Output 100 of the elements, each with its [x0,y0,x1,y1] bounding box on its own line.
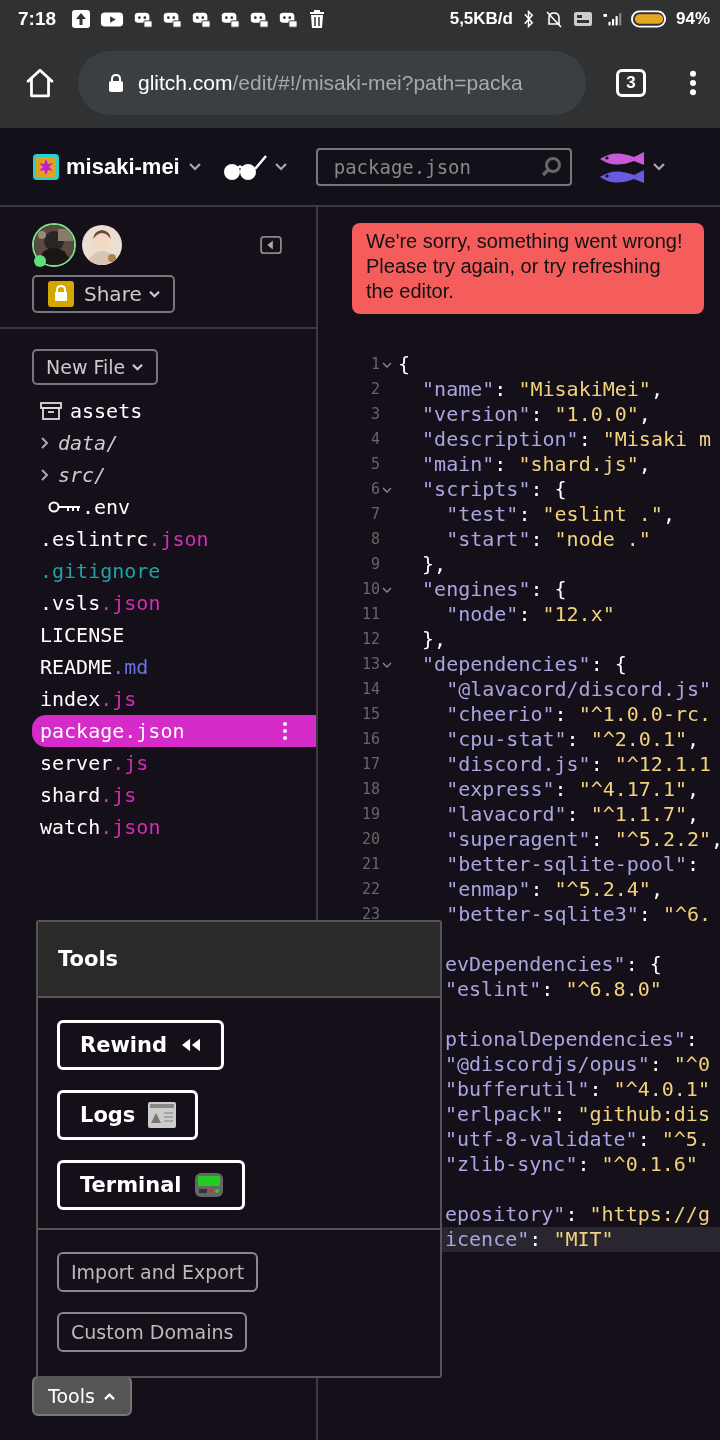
line-number: 2 [370,379,380,400]
tool-link-button[interactable]: Import and Export [57,1252,259,1292]
code-line: "node": "12.x" [446,602,615,626]
tool-button[interactable]: Rewind [57,1020,224,1070]
line-number: 23 [361,904,380,925]
code-line: "engines": { [422,577,567,601]
file-name: src/ [58,463,107,487]
line-number: 5 [370,454,380,475]
line-number: 10 [361,579,380,600]
file-item[interactable]: assets [32,395,316,427]
code-line: "utf-8-validate": "^5. [445,1127,710,1152]
code-line: "bufferutil": "^4.0.1" [445,1077,710,1102]
line-number: 8 [370,529,380,550]
code-line: "cpu-stat": "^2.0.1", [446,727,700,751]
file-name: .vsls.json [40,591,161,615]
file-name: .env [82,495,131,519]
code-line: icence": "MIT" [445,1227,614,1252]
new-file-button[interactable]: New File [32,349,159,385]
code-line: }, [422,552,447,576]
home-icon[interactable] [24,67,56,99]
collapse-sidebar-icon[interactable] [260,236,282,254]
online-status-dot [34,255,46,267]
lock-icon [108,73,124,93]
code-line: "lavacord": "^1.1.7", [446,802,700,826]
upload-icon [71,9,92,29]
code-line: "cheerio": "^1.0.0-rc. [446,702,712,726]
file-item[interactable]: index.js [32,683,316,715]
line-number: 16 [361,729,380,750]
caret-icon[interactable] [651,161,666,172]
file-item[interactable]: LICENSE [32,619,316,651]
file-item[interactable]: shard.js [32,779,316,811]
file-name: server.js [40,751,149,775]
network-speed: 5,5KB/d [449,9,513,29]
file-item[interactable]: src/ [32,459,316,491]
file-name: index.js [40,687,137,711]
tool-link-button[interactable]: Custom Domains [57,1312,248,1352]
line-number: 17 [361,754,380,775]
tool-button[interactable]: Logs [57,1090,199,1140]
more-options-icon[interactable] [282,721,288,741]
code-line: "eslint": "^6.8.0" [445,977,662,1002]
code-line: "version": "1.0.0", [422,402,651,426]
code-line: "@lavacord/discord.js" [446,677,712,701]
fold-caret-icon[interactable] [382,585,392,594]
chevron-icon [40,467,50,483]
line-number: 7 [370,504,380,525]
line-number: 4 [370,429,380,450]
file-item[interactable]: .env [32,491,316,523]
code-line: "name": "MisakiMei", [422,377,663,401]
file-item[interactable]: README.md [32,651,316,683]
fold-caret-icon[interactable] [382,360,392,369]
line-number: 19 [361,804,380,825]
code-line: }, [422,627,447,651]
error-toast: We're sorry, something went wrong! Please try again, or try refreshing the editor. [352,223,704,314]
file-name: .gitignore [40,559,161,583]
caret-icon[interactable] [273,161,288,172]
file-item[interactable]: data/ [32,427,316,459]
line-number: 22 [361,879,380,900]
muted-bell-icon [543,9,564,29]
line-number: 11 [361,604,380,625]
file-item[interactable]: .gitignore [32,555,316,587]
newspaper-icon [147,1101,178,1129]
line-number: 21 [361,854,380,875]
fold-caret-icon[interactable] [382,660,392,669]
chevron-icon [40,435,50,451]
code-line: "better-sqlite-pool": [446,852,700,876]
line-number: 13 [361,654,380,675]
caret-up-icon [102,1391,116,1401]
caret-icon [147,289,161,299]
file-name: README.md [40,655,149,679]
box-icon [40,401,62,421]
file-name: .eslintrc.json [40,527,209,551]
share-button[interactable]: Share [32,275,175,313]
code-line: "dependencies": { [422,652,627,676]
battery-icon [630,9,667,29]
tools-button[interactable]: Tools [32,1376,132,1416]
fold-caret-icon[interactable] [382,485,392,494]
address-bar[interactable]: glitch.com/edit/#!/misaki-mei?path=packa [78,51,586,115]
tool-button[interactable]: Terminal [57,1160,245,1210]
key-icon [48,500,82,514]
file-item[interactable]: package.json [32,715,316,747]
code-line: "superagent": "^5.2.2", [446,827,720,851]
caret-icon[interactable] [187,161,202,172]
line-number: 20 [361,829,380,850]
project-name-button[interactable]: misaki-mei [64,153,182,180]
code-line: "zlib-sync": "^0.1.6" [445,1152,698,1177]
file-item[interactable]: watch.json [32,811,316,843]
file-item[interactable]: .eslintrc.json [32,523,316,555]
code-line: epository": "https://g [445,1202,710,1227]
code-line: "better-sqlite3": "^6. [446,902,712,926]
file-item[interactable]: server.js [32,747,316,779]
tab-count-button[interactable]: 3 [616,69,646,97]
file-name: watch.json [40,815,161,839]
search-field[interactable]: package.json [315,147,572,186]
line-number: 12 [361,629,380,650]
file-item[interactable]: .vsls.json [32,587,316,619]
search-icon [539,155,562,178]
lock-icon [48,281,74,307]
code-line: "description": "Misaki m [422,427,712,451]
line-number: 18 [361,779,380,800]
more-menu-icon[interactable] [688,69,698,97]
